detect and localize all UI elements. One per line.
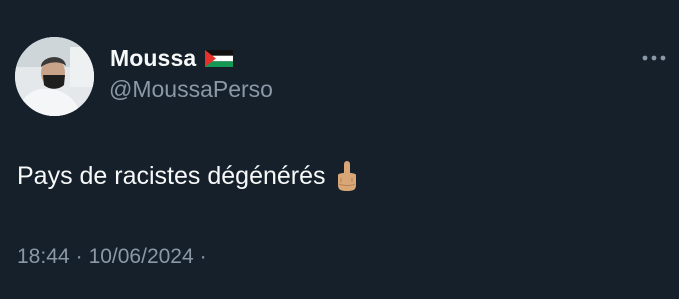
palestine-flag-icon: [205, 50, 234, 67]
meta-separator: ·: [75, 245, 83, 268]
tweet-meta: 18:44 · 10/06/2024 ·: [17, 245, 207, 269]
tweet-text-row: Pays de racistes dégénérés: [17, 160, 358, 192]
tweet-text: Pays de racistes dégénérés: [17, 161, 326, 190]
avatar-image: [15, 37, 94, 116]
avatar[interactable]: [15, 37, 94, 116]
tweet-date[interactable]: 10/06/2024: [89, 245, 194, 269]
more-options-icon[interactable]: [641, 52, 667, 64]
user-handle[interactable]: @MoussaPerso: [109, 76, 273, 103]
meta-separator-trailing: ·: [199, 245, 207, 268]
name-row: Moussa: [110, 45, 234, 72]
tweet-time[interactable]: 18:44: [17, 245, 70, 269]
tweet-card: Moussa @MoussaPerso Pays de racistes dég…: [0, 0, 679, 299]
display-name[interactable]: Moussa: [110, 45, 196, 72]
middle-finger-emoji-icon: [337, 161, 356, 191]
